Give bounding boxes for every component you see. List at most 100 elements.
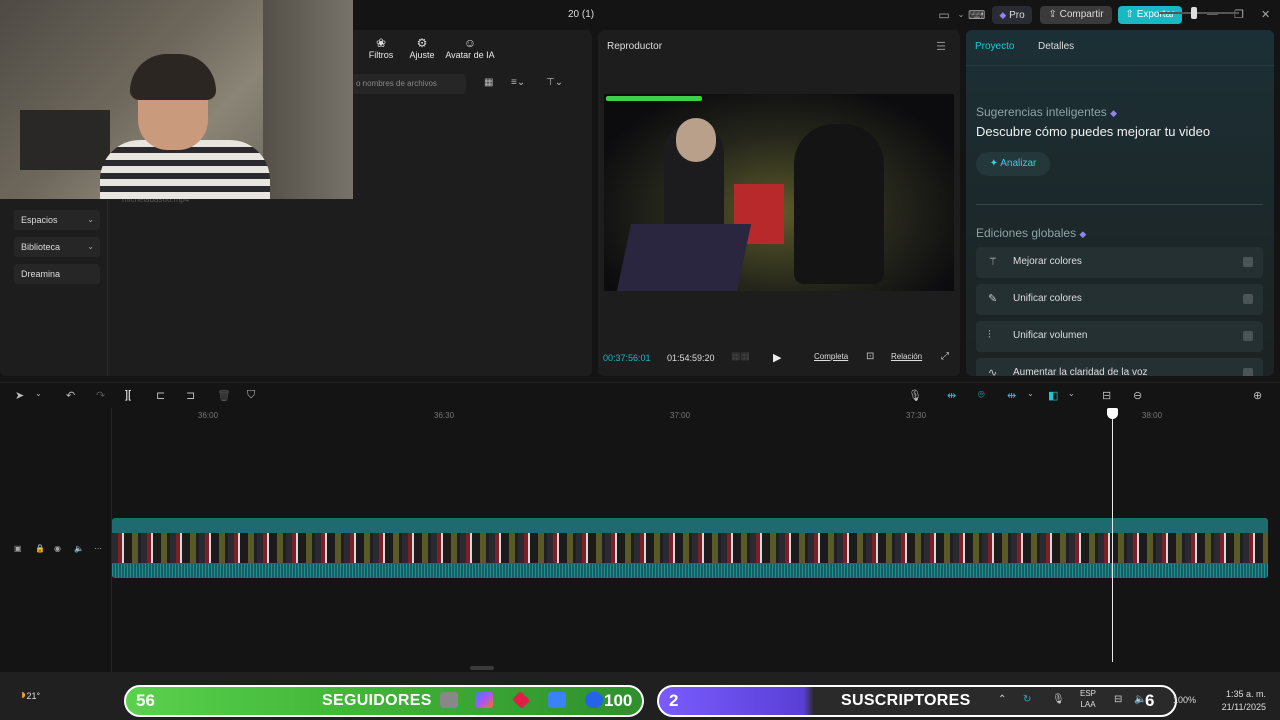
play-icon[interactable]: ▶ [773, 351, 781, 364]
speaker-icon[interactable]: 🔈 [74, 544, 84, 553]
avatar-icon: ☺ [463, 36, 477, 50]
store-icon[interactable] [548, 692, 566, 708]
zoom-slider[interactable] [1159, 12, 1239, 14]
screenshot-icon[interactable]: ⊡ [866, 351, 874, 362]
microphone-icon[interactable]: 🎙 [1052, 694, 1065, 705]
chevron-down-icon[interactable]: ⌄ [953, 8, 969, 22]
export-label: Exportar [1136, 9, 1175, 20]
share-button[interactable]: ⇪ Compartir [1040, 6, 1112, 24]
right-panel: Proyecto Detalles Sugerencias inteligent… [966, 30, 1274, 376]
split-icon[interactable]: ][ [125, 389, 131, 401]
zoom-out-icon[interactable]: ⊖ [1133, 389, 1142, 402]
followers-goal: 100 [604, 691, 633, 710]
option-voice-clarity[interactable]: ∿ Aumentar la claridad de la voz [976, 358, 1263, 376]
language-indicator[interactable]: ESP LAA [1080, 688, 1096, 710]
timeline-scrollbar[interactable] [470, 666, 494, 670]
export-button[interactable]: ⇧ Exportar [1118, 6, 1182, 24]
tab-filters[interactable]: ❀ Filtros [366, 36, 396, 60]
link-icon[interactable]: ⇹ [947, 389, 956, 402]
microphone-icon[interactable]: 🎙 [908, 389, 922, 402]
cover-icon[interactable]: ▣ [14, 544, 22, 553]
trim-left-icon[interactable]: ⊏ [156, 389, 165, 402]
shield-icon[interactable]: ⛉ [247, 389, 255, 402]
toggle[interactable] [1243, 257, 1253, 267]
video-person-right [794, 124, 884, 284]
fullscreen-icon[interactable]: ⤢ [941, 351, 949, 362]
tab-ai-avatar[interactable]: ☺ Avatar de IA [444, 36, 496, 60]
toggle[interactable] [1243, 368, 1253, 376]
subscribers-goal-bar: 2 SUSCRIPTORES 6 [657, 685, 1177, 717]
full-quality-button[interactable]: Completa [814, 352, 848, 361]
sidebar-item-spaces[interactable]: Espacios ⌄ [14, 210, 100, 230]
minimize-icon[interactable]: — [1207, 8, 1218, 20]
analyze-button[interactable]: ✦ Analizar [976, 152, 1050, 176]
weather-widget[interactable]: ◑21° [18, 686, 40, 702]
pro-button[interactable]: ◆ Pro [992, 6, 1032, 24]
adjust-icon: ⚙ [416, 36, 428, 50]
preview-icon[interactable]: ⊟ [1102, 389, 1111, 402]
magnet-icon[interactable]: ⌾ [978, 389, 985, 402]
playhead-handle[interactable] [1107, 408, 1118, 419]
edge-icon[interactable] [585, 692, 603, 708]
divider [976, 204, 1263, 205]
split-track-icon[interactable]: ◧ [1048, 389, 1058, 402]
sparkle-icon: ✦ [989, 158, 998, 169]
sort-icon[interactable]: ≡⌄ [511, 77, 525, 88]
redo-icon[interactable]: ↷ [96, 389, 105, 402]
chevron-up-icon[interactable]: ⌃ [998, 694, 1006, 705]
tab-project[interactable]: Proyecto [975, 41, 1014, 52]
monitor-icon[interactable]: ⊟ [1114, 694, 1122, 705]
lock-icon[interactable]: 🔒 [35, 544, 45, 553]
subs-count: 2 [669, 691, 679, 710]
ruler-tick: 36:30 [434, 411, 455, 420]
chevron-down-icon[interactable]: ⌄ [1027, 389, 1034, 398]
menu-icon[interactable]: ☰ [936, 40, 946, 53]
toggle[interactable] [1243, 331, 1253, 341]
suggestions-subtitle: Descubre cómo puedes mejorar tu video [976, 124, 1211, 139]
nav-label: Biblioteca [21, 242, 61, 252]
toggle[interactable] [1243, 294, 1253, 304]
option-unify-colors[interactable]: ✎ Unificar colores [976, 284, 1263, 315]
search-input[interactable]: o nombres de archivos [350, 74, 466, 94]
ruler-tick: 37:00 [670, 411, 691, 420]
cursor-icon[interactable]: ➤ [15, 389, 24, 402]
app-icon[interactable] [440, 692, 458, 708]
zoom-slider-handle[interactable] [1191, 7, 1197, 19]
delete-icon[interactable]: 🗑 [217, 389, 231, 402]
filter-icon[interactable]: ⊤⌄ [546, 77, 563, 88]
sidebar-item-dreamina[interactable]: Dreamina [14, 264, 100, 284]
sidebar-item-library[interactable]: Biblioteca ⌄ [14, 237, 100, 257]
ratio-button[interactable]: Relación [891, 352, 922, 361]
track-header [0, 408, 112, 672]
video-preview[interactable] [604, 94, 954, 291]
zoom-in-icon[interactable]: ⊕ [1253, 389, 1262, 402]
snap-icon[interactable]: ⇹ [1007, 389, 1016, 402]
chevron-down-icon[interactable]: ⌄ [1068, 389, 1075, 398]
battery-indicator[interactable]: 100% [1173, 695, 1196, 705]
volume-icon[interactable]: 🔈 [1134, 694, 1146, 705]
undo-icon[interactable]: ↶ [66, 389, 75, 402]
clock[interactable]: 1:35 a. m. 21/11/2025 [1214, 688, 1266, 714]
sync-icon[interactable]: ↻ [1023, 694, 1031, 705]
option-unify-volume[interactable]: ⫶ Unificar volumen [976, 321, 1263, 352]
close-icon[interactable]: ✕ [1261, 8, 1270, 21]
layout-icon[interactable]: ▭ [936, 8, 952, 22]
restore-icon[interactable]: ❐ [1234, 8, 1244, 21]
sliders-icon: ⫶ [988, 329, 991, 341]
eye-icon[interactable]: ◉ [54, 544, 61, 553]
tab-adjust[interactable]: ⚙ Ajuste [406, 36, 438, 60]
option-improve-colors[interactable]: ⚚ Mejorar colores [976, 247, 1263, 278]
grid-view-icon[interactable]: ▦ [484, 77, 493, 88]
tab-details[interactable]: Detalles [1038, 41, 1074, 52]
trim-right-icon[interactable]: ⊐ [186, 389, 195, 402]
keyboard-icon[interactable]: ⌨ [968, 8, 985, 22]
video-clip[interactable] [112, 518, 1268, 578]
share-icon: ⇪ [1048, 9, 1057, 20]
more-icon[interactable]: ⋯ [94, 544, 102, 553]
suggestions-title: Sugerencias inteligentes ◆ [976, 105, 1117, 119]
timeline-ruler[interactable]: 36:00 36:30 37:00 37:30 38:00 [112, 408, 1280, 422]
playhead[interactable] [1112, 410, 1113, 662]
copilot-icon[interactable] [475, 692, 493, 708]
chevron-down-icon[interactable]: ⌄ [35, 389, 42, 398]
global-edits-title-text: Ediciones globales [976, 226, 1077, 240]
